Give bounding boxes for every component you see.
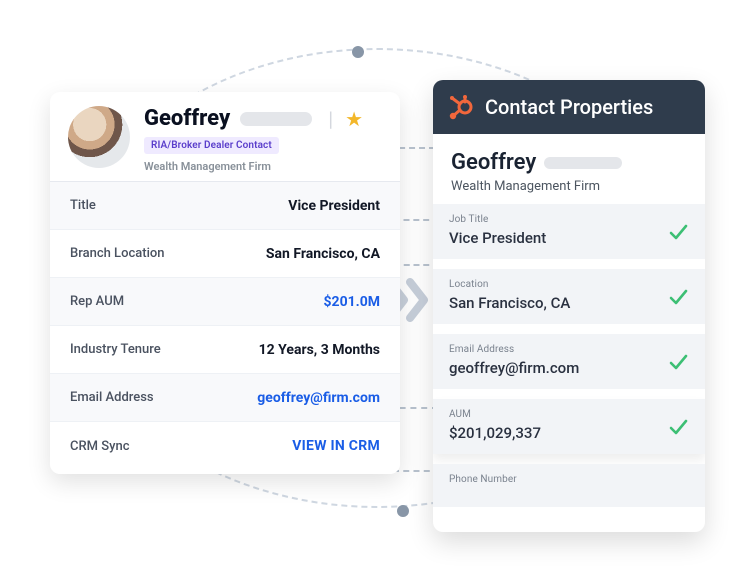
avatar (68, 106, 130, 168)
row-label: Email Address (70, 390, 154, 405)
row-industry-tenure: Industry Tenure 12 Years, 3 Months (50, 326, 400, 374)
row-value: $201.0M (324, 294, 380, 310)
prop-email: Email Address geoffrey@firm.com (433, 334, 705, 389)
row-label: Industry Tenure (70, 342, 161, 357)
redacted-last-name (240, 112, 312, 126)
row-title: Title Vice President (50, 182, 400, 230)
prop-value: San Francisco, CA (449, 294, 689, 312)
row-branch-location: Branch Location San Francisco, CA (50, 230, 400, 278)
prop-location: Location San Francisco, CA (433, 269, 705, 324)
ellipse-dot-bottom (397, 505, 409, 517)
row-value: 12 Years, 3 Months (259, 342, 380, 358)
crm-contact-name: Geoffrey (451, 150, 536, 175)
prop-label: AUM (449, 409, 689, 420)
check-icon (667, 221, 689, 243)
check-icon (667, 416, 689, 438)
panel-title: Contact Properties (485, 95, 653, 119)
row-label: CRM Sync (70, 439, 130, 454)
row-label: Branch Location (70, 246, 165, 261)
row-label: Title (70, 198, 96, 213)
row-crm-sync: CRM Sync VIEW IN CRM (50, 422, 400, 470)
row-label: Rep AUM (70, 294, 124, 309)
crm-contact-firm: Wealth Management Firm (451, 179, 687, 194)
prop-label: Email Address (449, 344, 689, 355)
ellipse-dot-top (352, 46, 364, 58)
row-rep-aum: Rep AUM $201.0M (50, 278, 400, 326)
hubspot-logo-icon (449, 94, 475, 120)
separator: | (328, 107, 333, 131)
prop-label: Phone Number (449, 474, 689, 485)
prop-value: geoffrey@firm.com (449, 359, 689, 377)
source-contact-card: Geoffrey | ★ RIA/Broker Dealer Contact W… (50, 92, 400, 474)
prop-label: Location (449, 279, 689, 290)
prop-aum: AUM $201,029,337 (433, 399, 705, 454)
prop-value: Vice President (449, 229, 689, 247)
row-email: Email Address geoffrey@firm.com (50, 374, 400, 422)
redacted-last-name (544, 157, 622, 169)
row-value[interactable]: geoffrey@firm.com (257, 390, 380, 406)
contact-type-tag: RIA/Broker Dealer Contact (144, 137, 279, 154)
check-icon (667, 286, 689, 308)
star-icon[interactable]: ★ (345, 107, 363, 131)
prop-value: $201,029,337 (449, 424, 689, 442)
crm-properties-card: Contact Properties Geoffrey Wealth Manag… (433, 80, 705, 532)
contact-firm: Wealth Management Firm (144, 160, 382, 173)
check-icon (667, 351, 689, 373)
view-in-crm-link[interactable]: VIEW IN CRM (292, 438, 380, 454)
row-value: San Francisco, CA (266, 246, 380, 262)
prop-phone: Phone Number (433, 464, 705, 507)
contact-first-name: Geoffrey (144, 106, 230, 131)
prop-label: Job Title (449, 214, 689, 225)
prop-job-title: Job Title Vice President (433, 204, 705, 259)
row-value: Vice President (288, 198, 380, 214)
